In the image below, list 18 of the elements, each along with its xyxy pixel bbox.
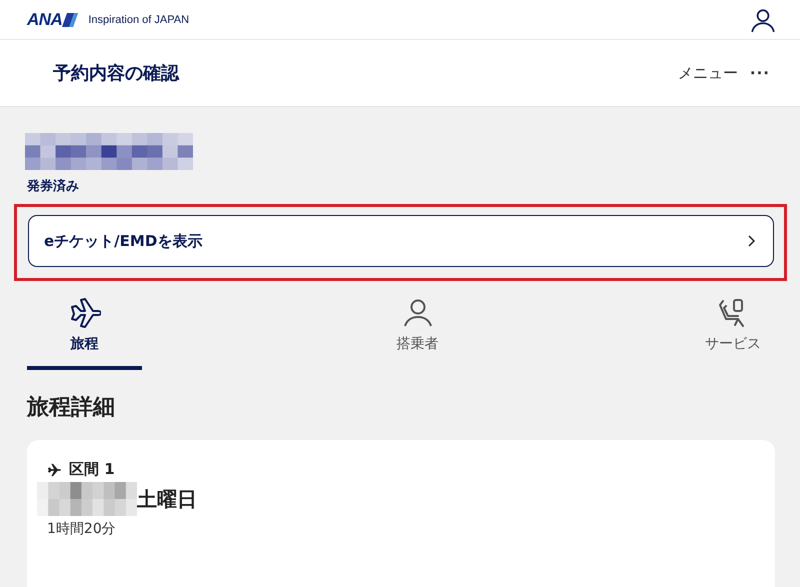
person-icon xyxy=(402,297,434,329)
tab[interactable]: 搭乗者 xyxy=(378,295,458,370)
airplane-icon xyxy=(68,297,100,329)
view-eticket-button[interactable]: eチケット/EMDを表示 xyxy=(28,215,774,267)
page-title: 予約内容の確認 xyxy=(53,62,179,85)
logo-tagline: Inspiration of JAPAN xyxy=(88,14,190,26)
chevron-right-icon xyxy=(747,235,755,247)
account-icon[interactable] xyxy=(750,6,776,32)
flight-duration: 1時間20分 xyxy=(47,520,117,538)
airplane-icon xyxy=(47,462,61,476)
tab[interactable]: サービス xyxy=(693,295,773,370)
logo[interactable]: ANA xyxy=(27,10,78,30)
section-heading: 旅程詳細 xyxy=(27,394,116,422)
segment-weekday: 土曜日 xyxy=(137,486,197,512)
segment-label: 区間 1 xyxy=(69,460,115,479)
tab[interactable]: 旅程 xyxy=(27,295,142,370)
ticket-status: 発券済み xyxy=(27,178,80,195)
menu-button[interactable]: メニュー ··· xyxy=(678,64,770,82)
